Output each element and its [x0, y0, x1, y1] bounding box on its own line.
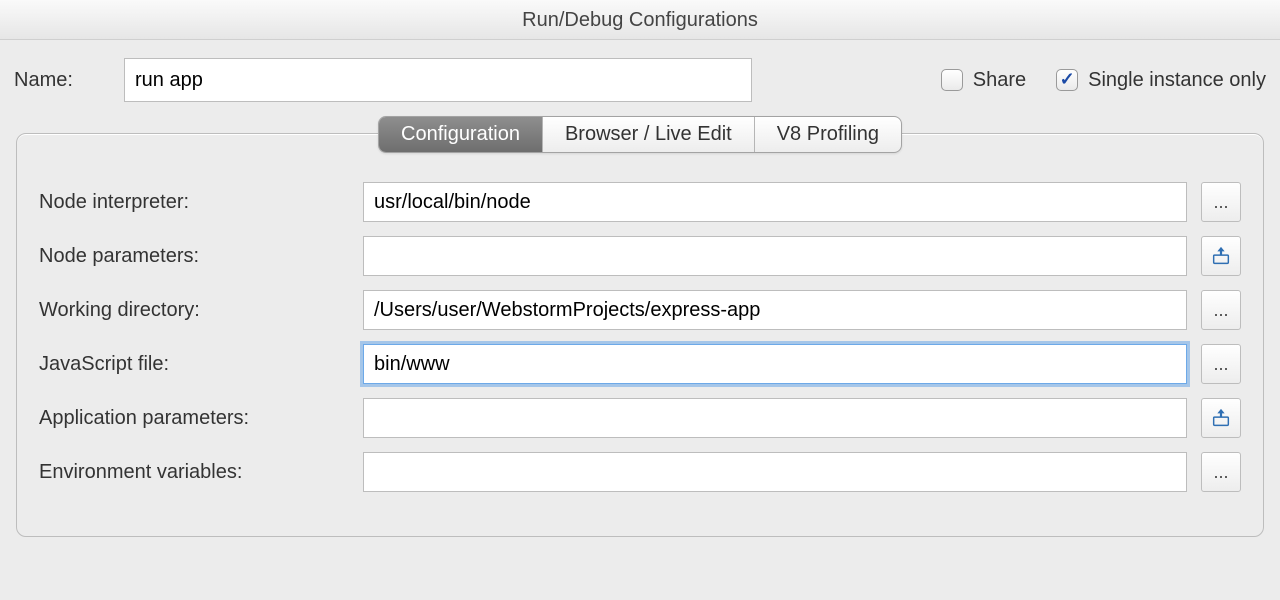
working-directory-input[interactable] [363, 290, 1187, 330]
tab-bar: Configuration Browser / Live Edit V8 Pro… [0, 116, 1280, 153]
node-interpreter-input[interactable] [363, 182, 1187, 222]
single-instance-checkbox-wrap[interactable]: Single instance only [1056, 69, 1266, 92]
node-interpreter-browse-button[interactable]: ... [1201, 182, 1241, 222]
single-instance-checkbox[interactable] [1056, 69, 1078, 91]
row-node-parameters: Node parameters: [39, 236, 1241, 276]
single-instance-label: Single instance only [1088, 69, 1266, 92]
row-application-parameters: Application parameters: [39, 398, 1241, 438]
environment-variables-label: Environment variables: [39, 461, 349, 484]
javascript-file-input[interactable] [363, 344, 1187, 384]
application-parameters-expand-button[interactable] [1201, 398, 1241, 438]
share-label: Share [973, 69, 1026, 92]
ellipsis-icon: ... [1213, 462, 1228, 483]
name-label: Name: [14, 69, 108, 92]
application-parameters-label: Application parameters: [39, 407, 349, 430]
node-parameters-expand-button[interactable] [1201, 236, 1241, 276]
javascript-file-browse-button[interactable]: ... [1201, 344, 1241, 384]
row-node-interpreter: Node interpreter: ... [39, 182, 1241, 222]
header-row: Name: Share Single instance only [0, 40, 1280, 120]
window-title: Run/Debug Configurations [0, 0, 1280, 40]
row-javascript-file: JavaScript file: ... [39, 344, 1241, 384]
share-checkbox[interactable] [941, 69, 963, 91]
row-environment-variables: Environment variables: ... [39, 452, 1241, 492]
row-working-directory: Working directory: ... [39, 290, 1241, 330]
tab-browser-live-edit[interactable]: Browser / Live Edit [543, 117, 754, 152]
javascript-file-label: JavaScript file: [39, 353, 349, 376]
share-checkbox-wrap[interactable]: Share [941, 69, 1026, 92]
tab-group: Configuration Browser / Live Edit V8 Pro… [378, 116, 902, 153]
node-interpreter-label: Node interpreter: [39, 191, 349, 214]
environment-variables-input[interactable] [363, 452, 1187, 492]
tab-v8-profiling[interactable]: V8 Profiling [755, 117, 901, 152]
ellipsis-icon: ... [1213, 192, 1228, 213]
environment-variables-browse-button[interactable]: ... [1201, 452, 1241, 492]
node-parameters-label: Node parameters: [39, 245, 349, 268]
name-input[interactable] [124, 58, 752, 102]
expand-icon [1210, 245, 1232, 267]
ellipsis-icon: ... [1213, 300, 1228, 321]
ellipsis-icon: ... [1213, 354, 1228, 375]
application-parameters-input[interactable] [363, 398, 1187, 438]
tab-configuration[interactable]: Configuration [379, 117, 542, 152]
node-parameters-input[interactable] [363, 236, 1187, 276]
configuration-panel: Node interpreter: ... Node parameters: W… [16, 133, 1264, 537]
expand-icon [1210, 407, 1232, 429]
working-directory-browse-button[interactable]: ... [1201, 290, 1241, 330]
working-directory-label: Working directory: [39, 299, 349, 322]
